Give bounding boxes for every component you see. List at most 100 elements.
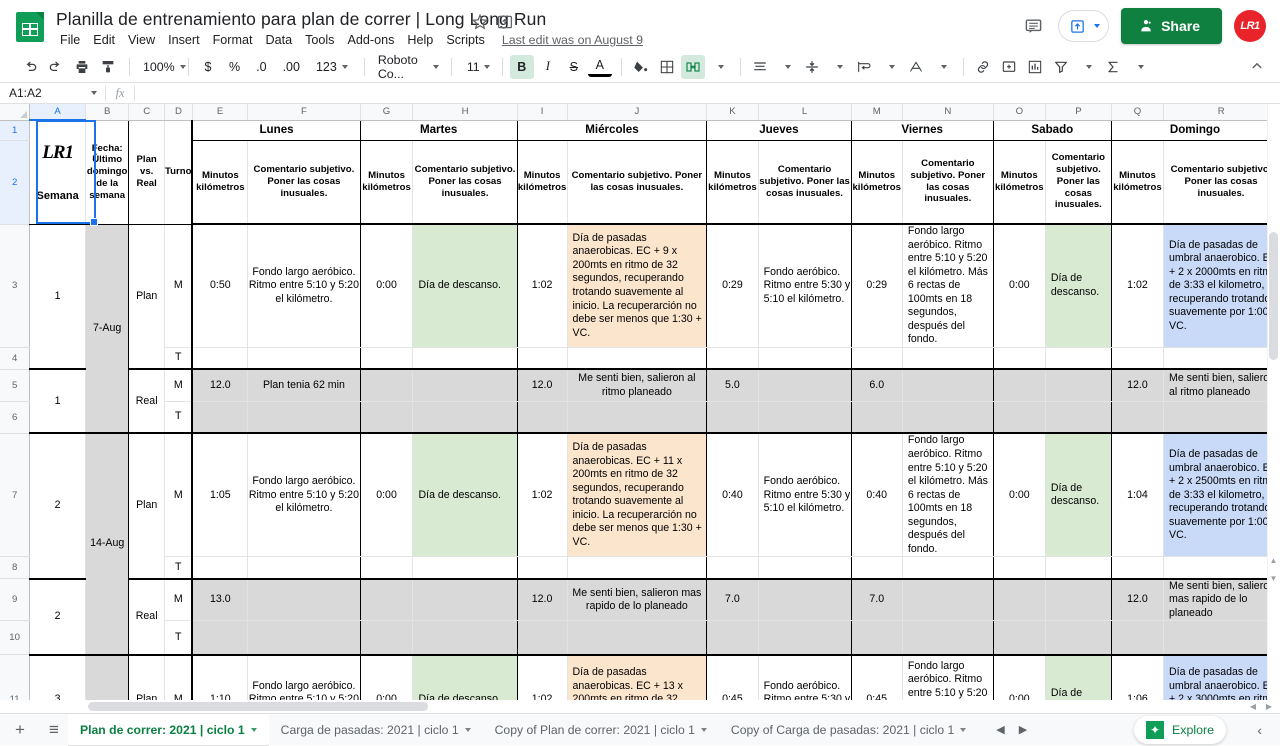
cell-w2-plan-jueves-com[interactable]: Fondo aeróbico. Ritmo entre 5:30 y 5:10 …	[758, 433, 851, 556]
cell-C-planreal-header[interactable]: Plan vs. Real	[129, 120, 165, 224]
sheet-tab-carga-de-pasadas[interactable]: Carga de pasadas: 2021 | ciclo 1	[269, 714, 483, 746]
cell-w2-real-t-R[interactable]	[1164, 621, 1279, 655]
column-header-I[interactable]: I	[517, 104, 567, 120]
sheet-tab-plan-de-correr[interactable]: Plan de correr: 2021 | ciclo 1	[68, 714, 269, 746]
cell-w2-plan-martes-com[interactable]: Día de descanso.	[413, 433, 517, 556]
row-header-9[interactable]: 9	[0, 579, 30, 621]
cell-F2-sub[interactable]: Comentario subjetivo. Poner las cosas in…	[248, 140, 360, 224]
vertical-align-caret[interactable]	[826, 55, 850, 79]
menu-scripts[interactable]: Scripts	[440, 31, 491, 49]
horizontal-align-button[interactable]	[748, 55, 772, 79]
insert-chart-icon[interactable]	[1023, 55, 1047, 79]
strikethrough-button[interactable]: S	[562, 55, 586, 79]
cell-w1-real-t-J[interactable]	[567, 401, 707, 433]
cell-w2-real-t-M[interactable]	[851, 621, 902, 655]
cell-w2-real-jueves-min[interactable]: 7.0	[707, 579, 758, 621]
cell-I2-sub[interactable]: Minutos kilómetros	[517, 140, 567, 224]
cell-w1-real-t-K[interactable]	[707, 401, 758, 433]
menu-file[interactable]: File	[54, 31, 86, 49]
avatar[interactable]: LR1	[1234, 10, 1266, 42]
cell-w1-plan-t-M[interactable]	[851, 347, 902, 369]
cell-w1-plan-jueves-com[interactable]: Fondo aeróbico. Ritmo entre 5:30 y 5:10 …	[758, 224, 851, 347]
cell-w2-real-martes-com[interactable]	[413, 579, 517, 621]
redo-button[interactable]	[44, 55, 68, 79]
menu-addons[interactable]: Add-ons	[341, 31, 400, 49]
cell-D-turno-header[interactable]: Turno	[165, 120, 193, 224]
cell-w1-real-t-I[interactable]	[517, 401, 567, 433]
vertical-scroll-thumb[interactable]	[1269, 232, 1278, 360]
cell-semana-w2-plan[interactable]: 2	[30, 433, 86, 578]
cell-w1-real-t-G[interactable]	[360, 401, 413, 433]
menu-tools[interactable]: Tools	[299, 31, 340, 49]
row-header-10[interactable]: 10	[0, 621, 30, 655]
cell-w2-real-lunes-min[interactable]: 13.0	[192, 579, 247, 621]
cell-Q2-sub[interactable]: Minutos kilómetros	[1111, 140, 1163, 224]
cell-turno-w2-real-t[interactable]: T	[165, 621, 193, 655]
cell-w1-real-t-P[interactable]	[1045, 401, 1111, 433]
cell-w2-plan-viernes-min[interactable]: 0:40	[851, 433, 902, 556]
cell-w1-plan-t-O[interactable]	[993, 347, 1045, 369]
column-header-D[interactable]: D	[165, 104, 193, 120]
collapse-toolbar-icon[interactable]	[1248, 57, 1266, 75]
column-header-K[interactable]: K	[707, 104, 758, 120]
cell-w2-plan-miercoles-min[interactable]: 1:02	[517, 433, 567, 556]
previous-sheet-icon[interactable]: ◀	[996, 723, 1004, 736]
cell-w1-real-domingo-com[interactable]: Me senti bien, salieron al ritmo planead…	[1164, 369, 1279, 401]
font-family-selector[interactable]: Roboto Co...	[372, 55, 442, 79]
cell-reallabel-w1[interactable]: Real	[129, 369, 165, 433]
cell-w1-plan-martes-min[interactable]: 0:00	[360, 224, 413, 347]
increase-decimal-button[interactable]: .00	[276, 55, 307, 79]
column-header-N[interactable]: N	[902, 104, 993, 120]
cell-w2-real-miercoles-min[interactable]: 12.0	[517, 579, 567, 621]
cell-R2-sub[interactable]: Comentario subjetivo. Poner las cosas in…	[1164, 140, 1279, 224]
borders-button[interactable]	[655, 55, 679, 79]
more-formats-button[interactable]: 123	[309, 55, 355, 79]
cell-w1-real-lunes-min[interactable]: 12.0	[192, 369, 247, 401]
bold-button[interactable]: B	[510, 55, 534, 79]
insert-comment-icon[interactable]	[997, 55, 1021, 79]
cell-w1-real-t-M[interactable]	[851, 401, 902, 433]
cell-day-jueves[interactable]: Jueves	[707, 120, 851, 140]
cell-w2-plan-t-O[interactable]	[993, 557, 1045, 579]
cell-w1-plan-t-E[interactable]	[192, 347, 247, 369]
cell-w1-plan-t-P[interactable]	[1045, 347, 1111, 369]
cell-w2-plan-t-K[interactable]	[707, 557, 758, 579]
cell-w2-plan-martes-min[interactable]: 0:00	[360, 433, 413, 556]
menu-help[interactable]: Help	[401, 31, 439, 49]
chevron-down-icon[interactable]	[465, 728, 471, 732]
text-rotation-caret[interactable]	[930, 55, 954, 79]
cell-turno-w2-plan-t[interactable]: T	[165, 557, 193, 579]
scroll-right-arrow-icon[interactable]: ▶	[1264, 702, 1274, 712]
scroll-left-arrow-icon[interactable]: ◀	[1248, 702, 1258, 712]
cell-turno-w1-real-t[interactable]: T	[165, 401, 193, 433]
cell-w2-plan-t-F[interactable]	[248, 557, 360, 579]
cell-w1-plan-t-F[interactable]	[248, 347, 360, 369]
cell-semana-w2-real[interactable]: 2	[30, 579, 86, 655]
cell-A1-logo[interactable]: LR1 Semana	[30, 120, 86, 224]
present-button[interactable]	[1058, 10, 1109, 42]
menu-format[interactable]: Format	[207, 31, 259, 49]
cell-w1-plan-t-L[interactable]	[758, 347, 851, 369]
cell-w1-plan-lunes-min[interactable]: 0:50	[192, 224, 247, 347]
cell-J2-sub[interactable]: Comentario subjetivo. Poner las cosas in…	[567, 140, 707, 224]
cell-N2-sub[interactable]: Comentario subjetivo. Poner las cosas in…	[902, 140, 993, 224]
cell-w1-plan-jueves-min[interactable]: 0:29	[707, 224, 758, 347]
cell-w1-plan-t-H[interactable]	[413, 347, 517, 369]
text-color-button[interactable]: A	[588, 57, 612, 77]
cell-w2-real-t-Q[interactable]	[1111, 621, 1163, 655]
percent-format-button[interactable]: %	[222, 55, 247, 79]
cell-w2-real-t-H[interactable]	[413, 621, 517, 655]
cell-w1-plan-t-I[interactable]	[517, 347, 567, 369]
cell-w1-real-viernes-min[interactable]: 6.0	[851, 369, 902, 401]
cell-w1-plan-lunes-com[interactable]: Fondo largo aeróbico. Ritmo entre 5:10 y…	[248, 224, 360, 347]
cell-P2-sub[interactable]: Comentario subjetivo. Poner las cosas in…	[1045, 140, 1111, 224]
row-header-3[interactable]: 3	[0, 224, 30, 347]
cell-w1-real-t-F[interactable]	[248, 401, 360, 433]
filter-caret[interactable]	[1075, 55, 1099, 79]
cell-w1-plan-domingo-min[interactable]: 1:02	[1111, 224, 1163, 347]
cell-w1-plan-sabado-com[interactable]: Día de descanso.	[1045, 224, 1111, 347]
cell-w2-real-t-F[interactable]	[248, 621, 360, 655]
cell-w2-real-martes-min[interactable]	[360, 579, 413, 621]
cell-w1-real-sabado-min[interactable]	[993, 369, 1045, 401]
merge-cells-button[interactable]	[681, 55, 705, 79]
